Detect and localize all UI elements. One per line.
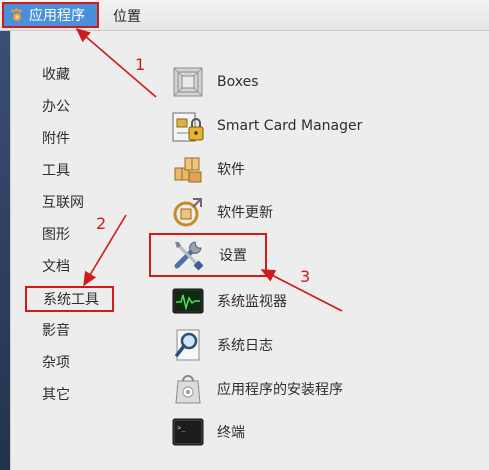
category-system-tools[interactable]: 系统工具	[25, 286, 114, 312]
places-menu-button[interactable]: 位置	[113, 6, 141, 26]
applications-menu-button[interactable]: 应用程序	[2, 2, 99, 28]
terminal-icon: >_	[171, 415, 205, 449]
software-icon	[171, 152, 205, 186]
category-misc[interactable]: 杂项	[42, 353, 70, 373]
app-label: 设置	[219, 248, 247, 264]
app-label: Smart Card Manager	[217, 118, 363, 134]
app-label: 应用程序的安装程序	[217, 382, 343, 398]
app-boxes[interactable]: Boxes	[171, 62, 259, 102]
applications-menu-label: 应用程序	[29, 8, 85, 24]
settings-icon	[171, 238, 205, 272]
category-list: 收藏 办公 附件 工具 互联网 图形 文档 系统工具 影音 杂项 其它	[11, 31, 141, 470]
category-sound-video[interactable]: 影音	[42, 321, 70, 341]
annotation-step-2: 2	[96, 214, 107, 233]
app-label: 软件	[217, 162, 245, 178]
boxes-icon	[171, 65, 205, 99]
app-software-update[interactable]: 软件更新	[171, 192, 273, 232]
category-graphics[interactable]: 图形	[42, 225, 70, 245]
app-label: 软件更新	[217, 205, 273, 221]
app-software[interactable]: 软件	[171, 149, 245, 189]
smart-card-icon	[171, 109, 205, 143]
app-terminal[interactable]: >_ 终端	[171, 412, 245, 452]
category-documents[interactable]: 文档	[42, 257, 70, 277]
category-other[interactable]: 其它	[42, 385, 70, 405]
top-panel: 应用程序 位置	[0, 0, 489, 31]
desktop-background	[0, 31, 10, 470]
applications-menu-panel: 收藏 办公 附件 工具 互联网 图形 文档 系统工具 影音 杂项 其它 Boxe…	[10, 31, 489, 470]
app-label: Boxes	[217, 74, 259, 90]
category-favorites[interactable]: 收藏	[42, 65, 70, 85]
system-monitor-icon	[171, 284, 205, 318]
app-label: 终端	[217, 425, 245, 441]
system-log-icon	[171, 328, 205, 362]
app-label: 系统监视器	[217, 294, 287, 310]
annotation-step-1: 1	[135, 55, 146, 74]
app-smart-card-manager[interactable]: Smart Card Manager	[171, 106, 362, 146]
svg-text:>_: >_	[177, 424, 186, 432]
app-system-monitor[interactable]: 系统监视器	[171, 281, 287, 321]
app-settings[interactable]: 设置	[149, 233, 267, 277]
annotation-step-3: 3	[300, 267, 311, 286]
app-label: 系统日志	[217, 338, 273, 354]
app-installer-icon	[171, 372, 205, 406]
app-installer[interactable]: 应用程序的安装程序	[171, 369, 343, 409]
software-update-icon	[171, 195, 205, 229]
app-system-log[interactable]: 系统日志	[171, 325, 273, 365]
category-internet[interactable]: 互联网	[42, 193, 84, 213]
category-office[interactable]: 办公	[42, 97, 70, 117]
category-accessories[interactable]: 附件	[42, 129, 70, 149]
category-utilities[interactable]: 工具	[42, 161, 70, 181]
gnome-foot-icon	[11, 8, 22, 21]
